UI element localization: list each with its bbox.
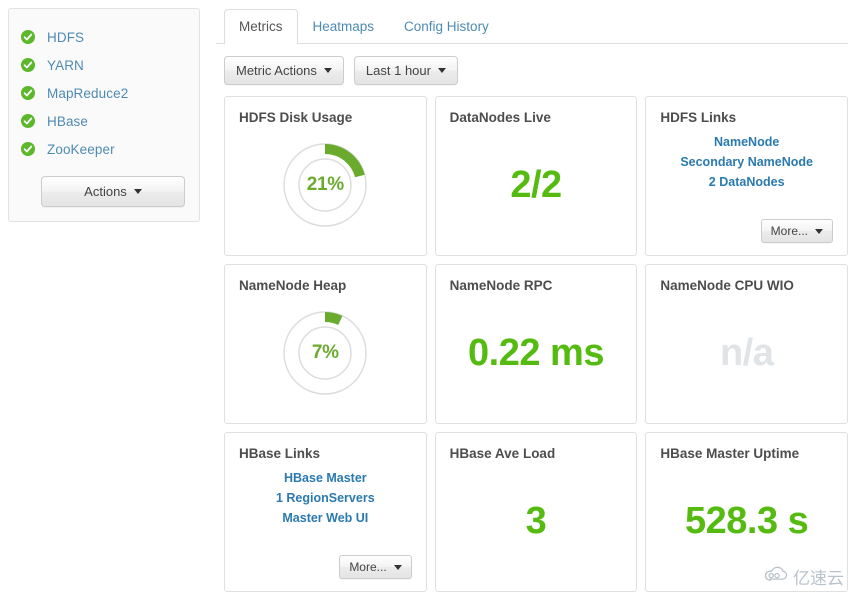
check-circle-icon bbox=[21, 86, 35, 100]
service-list: HDFS YARN MapReduce2 HBase ZooKeeper bbox=[9, 23, 199, 163]
widget-body: 528.3 s bbox=[660, 462, 833, 581]
sidebar-item-label: HBase bbox=[47, 113, 89, 129]
more-button-label: More... bbox=[349, 560, 387, 574]
metric-actions-button[interactable]: Metric Actions bbox=[224, 56, 344, 85]
metrics-toolbar: Metric Actions Last 1 hour bbox=[216, 44, 848, 96]
actions-button-label: Actions bbox=[84, 184, 127, 199]
chevron-down-icon bbox=[133, 189, 142, 194]
check-circle-icon bbox=[21, 30, 35, 44]
tab-metrics[interactable]: Metrics bbox=[224, 8, 298, 44]
widget-datanodes-live: DataNodes Live 2/2 bbox=[434, 96, 638, 256]
more-button[interactable]: More... bbox=[339, 555, 412, 579]
link-secondary-namenode[interactable]: Secondary NameNode bbox=[680, 152, 813, 172]
widget-body: 0.22 ms bbox=[450, 294, 623, 413]
chevron-down-icon bbox=[815, 228, 823, 234]
metric-value: 0.22 ms bbox=[468, 332, 604, 375]
main-content: Metrics Heatmaps Config History Metric Act… bbox=[208, 0, 854, 592]
widget-title: HBase Links bbox=[239, 446, 321, 461]
metric-actions-label: Metric Actions bbox=[236, 63, 317, 78]
tab-heatmaps[interactable]: Heatmaps bbox=[298, 9, 390, 45]
widget-title: HDFS Disk Usage bbox=[239, 110, 353, 125]
more-button-label: More... bbox=[770, 224, 808, 238]
more-button-wrap: More... bbox=[339, 555, 412, 579]
check-circle-icon bbox=[21, 142, 35, 156]
link-hbase-master[interactable]: HBase Master bbox=[284, 468, 367, 488]
check-circle-icon bbox=[21, 114, 35, 128]
chevron-down-icon bbox=[437, 68, 446, 73]
chevron-down-icon bbox=[323, 68, 332, 73]
gauge-value: 7% bbox=[311, 342, 339, 364]
widget-namenode-heap: NameNode Heap 7% bbox=[224, 264, 427, 424]
metric-value: 2/2 bbox=[510, 164, 562, 207]
widget-body: 2/2 bbox=[450, 126, 623, 245]
sidebar-actions-wrap: Actions bbox=[9, 176, 199, 207]
sidebar-item-yarn[interactable]: YARN bbox=[9, 51, 199, 79]
link-namenode[interactable]: NameNode bbox=[714, 132, 779, 152]
check-circle-icon bbox=[21, 58, 35, 72]
dashboard-page: HDFS YARN MapReduce2 HBase ZooKeeper Actions… bbox=[0, 0, 854, 597]
widget-namenode-cpu-wio: NameNode CPU WIO n/a bbox=[645, 264, 848, 424]
widget-hdfs-links: HDFS Links More... NameNode Secondary NameN… bbox=[645, 96, 848, 256]
widget-hbase-ave-load: HBase Ave Load 3 bbox=[434, 432, 638, 592]
time-range-label: Last 1 hour bbox=[365, 63, 431, 78]
widget-body: n/a bbox=[660, 294, 833, 413]
widget-title: NameNode Heap bbox=[239, 278, 347, 293]
widget-hbase-links: HBase Links More... HBase Master 1 RegionSe… bbox=[224, 432, 427, 592]
widget-title: HBase Ave Load bbox=[449, 446, 556, 461]
widget-body: 21% bbox=[239, 126, 412, 245]
sidebar: HDFS YARN MapReduce2 HBase ZooKeeper Actions bbox=[0, 0, 208, 222]
widget-body: 7% bbox=[239, 294, 412, 413]
sidebar-item-mapreduce2[interactable]: MapReduce2 bbox=[9, 79, 199, 107]
widget-title: HBase Master Uptime bbox=[660, 446, 800, 461]
gauge-value: 21% bbox=[306, 174, 344, 196]
metric-value: 3 bbox=[525, 500, 547, 543]
metric-value: n/a bbox=[719, 332, 774, 375]
link-2-datanodes[interactable]: 2 DataNodes bbox=[709, 172, 785, 192]
tab-config-history[interactable]: Config History bbox=[389, 9, 504, 45]
link-master-web-ui[interactable]: Master Web UI bbox=[282, 508, 368, 528]
sidebar-item-label: YARN bbox=[47, 57, 84, 73]
sidebar-item-hbase[interactable]: HBase bbox=[9, 107, 199, 135]
sidebar-item-label: HDFS bbox=[47, 29, 85, 45]
chevron-down-icon bbox=[393, 564, 402, 570]
more-button[interactable]: More... bbox=[760, 219, 833, 243]
widget-grid: HDFS Disk Usage 21% DataNodes Live 2/2 HDFS … bbox=[216, 96, 848, 592]
widget-hbase-master-uptime: HBase Master Uptime 528.3 s bbox=[645, 432, 848, 592]
widget-title: HDFS Links bbox=[660, 110, 737, 125]
actions-button[interactable]: Actions bbox=[41, 176, 185, 207]
gauge-chart: 21% bbox=[277, 137, 373, 233]
sidebar-item-label: MapReduce2 bbox=[47, 85, 129, 101]
more-button-wrap: More... bbox=[760, 219, 833, 243]
widget-title: NameNode CPU WIO bbox=[660, 278, 794, 293]
sidebar-item-zookeeper[interactable]: ZooKeeper bbox=[9, 135, 199, 163]
link-1-regionservers[interactable]: 1 RegionServers bbox=[276, 488, 375, 508]
sidebar-item-label: ZooKeeper bbox=[47, 141, 115, 157]
metric-value: 528.3 s bbox=[685, 500, 809, 543]
widget-body: 3 bbox=[450, 462, 623, 581]
tab-bar: Metrics Heatmaps Config History bbox=[216, 0, 848, 44]
gauge-chart: 7% bbox=[277, 305, 373, 401]
widget-title: NameNode RPC bbox=[449, 278, 553, 293]
time-range-button[interactable]: Last 1 hour bbox=[353, 56, 458, 85]
service-summary-panel: HDFS YARN MapReduce2 HBase ZooKeeper Actions bbox=[8, 8, 200, 222]
widget-title: DataNodes Live bbox=[449, 110, 551, 125]
widget-hdfs-disk-usage: HDFS Disk Usage 21% bbox=[224, 96, 427, 256]
widget-namenode-rpc: NameNode RPC 0.22 ms bbox=[434, 264, 638, 424]
sidebar-item-hdfs[interactable]: HDFS bbox=[9, 23, 199, 51]
